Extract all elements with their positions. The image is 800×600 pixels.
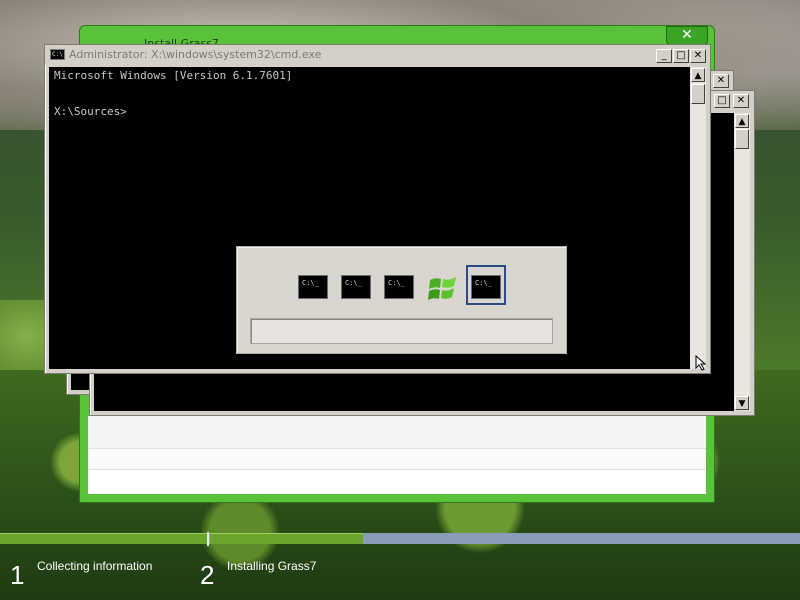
close-button[interactable]: ✕ <box>690 49 706 63</box>
scroll-thumb[interactable] <box>691 84 705 104</box>
switcher-item-cmd-2[interactable]: C:\_ <box>340 273 372 301</box>
vertical-scrollbar[interactable]: ▲ <box>690 67 706 369</box>
scroll-thumb[interactable] <box>735 129 749 149</box>
maximize-button[interactable]: □ <box>673 49 689 63</box>
scroll-up-button[interactable]: ▲ <box>735 114 749 128</box>
windows-logo-icon <box>428 277 456 300</box>
step-2-progress <box>210 533 363 544</box>
scroll-up-button[interactable]: ▲ <box>691 68 705 82</box>
cmd-window-icon: C:\_ <box>298 275 328 299</box>
setup-row <box>88 449 706 470</box>
step-1-number: 1 <box>10 560 25 590</box>
step-1-label: Collecting information <box>37 559 153 573</box>
switcher-item-cmd-selected[interactable]: C:\_ <box>470 273 502 301</box>
minimize-button[interactable]: _ <box>656 49 672 63</box>
scroll-down-button[interactable]: ▼ <box>735 396 749 410</box>
maximize-button[interactable]: □ <box>714 94 730 108</box>
cmd-window-icon: C:\_ <box>384 275 414 299</box>
resize-cursor-icon <box>695 355 707 371</box>
cmd-titlebar[interactable]: C:\ Administrator: X:\windows\system32\c… <box>45 45 710 65</box>
close-button[interactable]: ✕ <box>713 74 729 88</box>
switcher-title-bar <box>250 318 553 344</box>
setup-row <box>88 416 706 449</box>
step-2-remaining <box>330 533 800 544</box>
step-separator <box>207 532 209 546</box>
cmd-window-icon: C:\_ <box>341 275 371 299</box>
step-1-progress <box>0 533 207 544</box>
switcher-item-cmd-3[interactable]: C:\_ <box>383 273 415 301</box>
cmd-window-title: Administrator: X:\windows\system32\cmd.e… <box>69 48 322 61</box>
console-line: Microsoft Windows [Version 6.1.7601] <box>54 69 293 82</box>
console-prompt[interactable]: X:\Sources> <box>54 105 127 118</box>
cmd-window-icon: C:\_ <box>471 275 501 299</box>
cmd-icon: C:\ <box>50 49 65 60</box>
switcher-item-setup[interactable] <box>427 273 459 301</box>
close-button[interactable]: ✕ <box>733 94 749 108</box>
step-2-label: Installing Grass7 <box>227 559 317 573</box>
task-switcher: C:\_ C:\_ C:\_ C:\_ <box>236 246 567 354</box>
setup-client-area <box>88 416 706 494</box>
switcher-item-cmd-1[interactable]: C:\_ <box>297 273 329 301</box>
step-2-number: 2 <box>200 560 215 590</box>
vertical-scrollbar[interactable]: ▲ ▼ <box>734 113 750 411</box>
setup-close-button[interactable]: ✕ <box>666 26 708 45</box>
setup-progress-bar <box>0 532 800 546</box>
